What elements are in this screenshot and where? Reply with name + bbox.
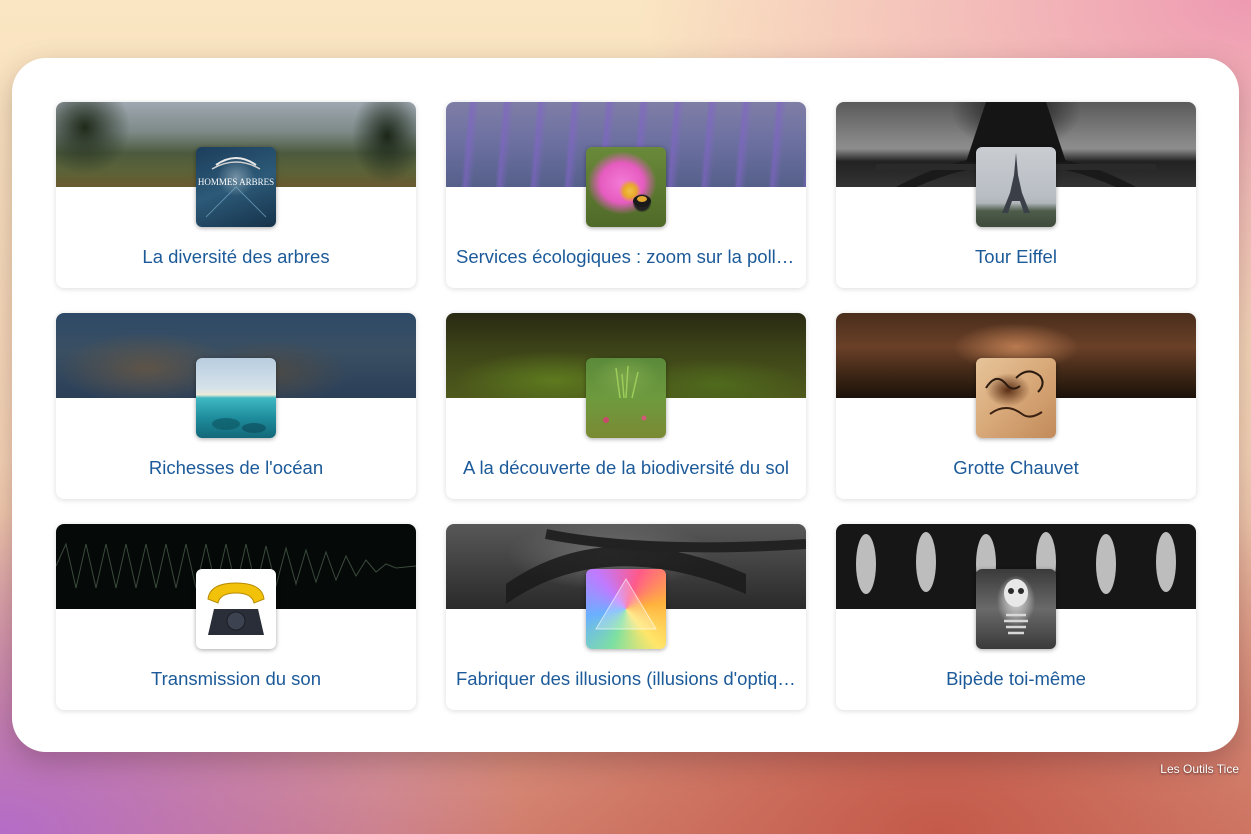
moss-thumbnail — [586, 358, 666, 438]
moss-image — [603, 365, 647, 423]
prism-thumbnail — [586, 569, 666, 649]
trees-image: HOMMES ARBRES — [198, 157, 274, 218]
card-fabriquer-illusions[interactable]: Fabriquer des illusions (illusions d'opt… — [446, 524, 806, 710]
trees-thumbnail: HOMMES ARBRES — [196, 147, 276, 227]
card-richesses-ocean[interactable]: Richesses de l'océan — [56, 313, 416, 499]
card-title[interactable]: Tour Eiffel — [846, 246, 1186, 268]
card-grotte-chauvet[interactable]: Grotte Chauvet — [836, 313, 1196, 499]
prism-image — [595, 578, 657, 630]
card-title[interactable]: Richesses de l'océan — [66, 457, 406, 479]
cave-painting-image — [985, 370, 1044, 418]
phone-thumbnail — [196, 569, 276, 649]
eiffel-tower-image — [1002, 153, 1030, 213]
card-tour-eiffel[interactable]: Tour Eiffel — [836, 102, 1196, 288]
flower-thumbnail — [586, 147, 666, 227]
flower-bee-image — [633, 195, 651, 207]
rotary-phone-image — [207, 582, 265, 635]
card-biodiversite-sol[interactable]: A la découverte de la biodiversité du so… — [446, 313, 806, 499]
card-title[interactable]: A la découverte de la biodiversité du so… — [456, 457, 796, 479]
card-title[interactable]: Services écologiques : zoom sur la polli… — [456, 246, 796, 268]
card-title[interactable]: Transmission du son — [66, 668, 406, 690]
card-bipede[interactable]: Bipède toi-même — [836, 524, 1196, 710]
card-diversite-arbres[interactable]: HOMMES ARBRES La diversité des arbres — [56, 102, 416, 288]
card-services-ecologiques[interactable]: Services écologiques : zoom sur la polli… — [446, 102, 806, 288]
card-title[interactable]: Grotte Chauvet — [846, 457, 1186, 479]
card-title[interactable]: Fabriquer des illusions (illusions d'opt… — [456, 668, 796, 690]
ocean-thumbnail — [196, 358, 276, 438]
ocean-image — [212, 418, 266, 433]
content-panel: HOMMES ARBRES La diversité des arbres Se… — [12, 58, 1239, 752]
watermark-label: Les Outils Tice — [1160, 762, 1239, 776]
cave-thumbnail — [976, 358, 1056, 438]
card-grid: HOMMES ARBRES La diversité des arbres Se… — [56, 102, 1196, 710]
thumb-logo-text: HOMMES ARBRES — [198, 177, 274, 187]
eiffel-thumbnail — [976, 147, 1056, 227]
card-title[interactable]: La diversité des arbres — [66, 246, 406, 268]
skeleton-thumbnail — [976, 569, 1056, 649]
skeleton-image — [1004, 579, 1028, 635]
card-title[interactable]: Bipède toi-même — [846, 668, 1186, 690]
card-transmission-son[interactable]: Transmission du son — [56, 524, 416, 710]
